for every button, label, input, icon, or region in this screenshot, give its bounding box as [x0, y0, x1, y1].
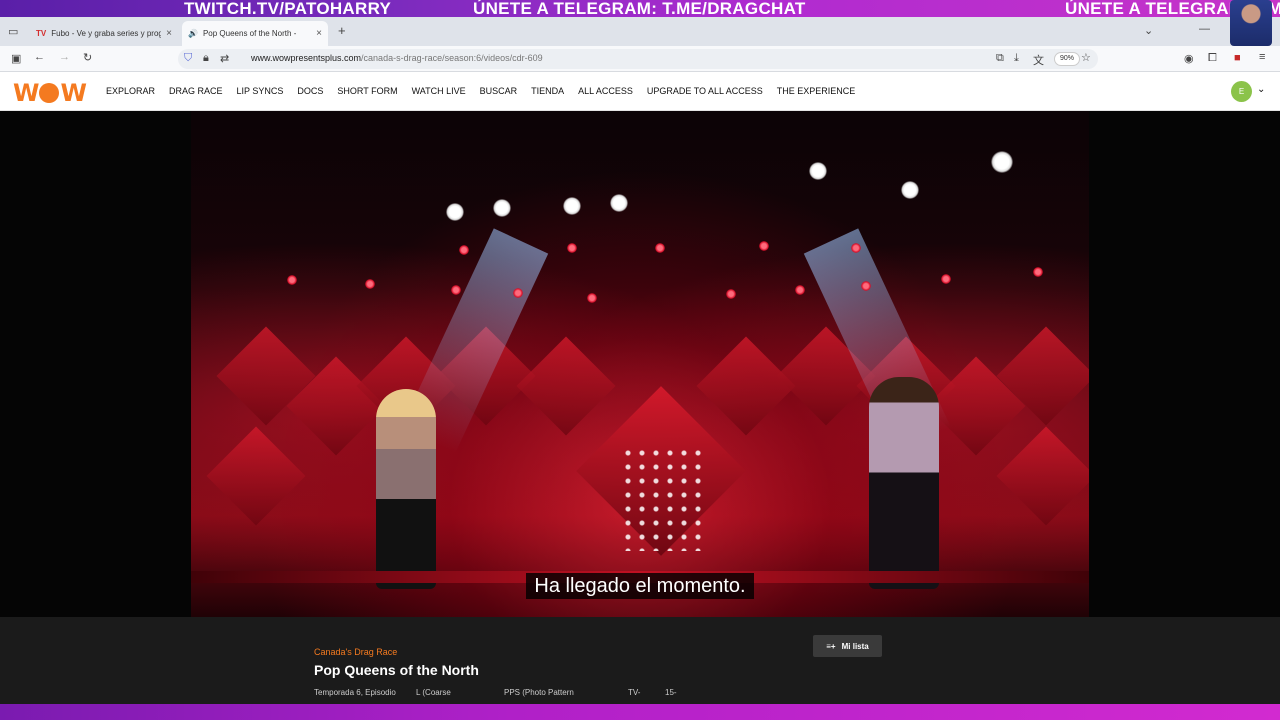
extensions-puzzle-icon[interactable]: ⧠	[1208, 52, 1217, 65]
nav-short-form[interactable]: SHORT FORM	[337, 86, 397, 96]
minimize-window-icon[interactable]: —	[1199, 23, 1210, 35]
zoom-level[interactable]: 90%	[1054, 52, 1081, 66]
site-header: WW EXPLORAR DRAG RACE LIP SYNCS DOCS SHO…	[0, 72, 1280, 111]
stream-overlay-bottom	[0, 704, 1280, 720]
logo-letter: W	[60, 79, 87, 107]
fubo-favicon-icon: TV	[36, 29, 47, 38]
tab-title: Pop Queens of the North -	[202, 29, 297, 38]
screen: TWITCH.TV/PATOHARRY ÚNETE A TELEGRAM: T.…	[0, 0, 1280, 720]
logo-letter: W	[13, 79, 40, 107]
close-tab-icon[interactable]: ×	[166, 28, 172, 39]
nav-docs[interactable]: DOCS	[297, 86, 323, 96]
streamer-webcam	[1230, 0, 1272, 46]
nav-lip-syncs[interactable]: LIP SYNCS	[237, 86, 284, 96]
my-list-label: Mi lista	[841, 641, 869, 651]
nav-tienda[interactable]: TIENDA	[531, 86, 564, 96]
download-icon[interactable]: ⤓	[1014, 52, 1019, 65]
tab-fubo[interactable]: TV Fubo - Ve y graba series y prog ×	[30, 21, 178, 46]
stream-overlay-banner: TWITCH.TV/PATOHARRY ÚNETE A TELEGRAM: T.…	[0, 0, 1280, 17]
url-text[interactable]: www.wowpresentsplus.com/canada-s-drag-ra…	[251, 53, 543, 63]
meta-rating-l: L (Coarse	[416, 688, 451, 697]
my-list-button[interactable]: ≡+ Mi lista	[813, 635, 882, 657]
forward-arrow-icon[interactable]: →	[59, 51, 70, 63]
url-domain: www.wowpresentsplus.com	[251, 53, 362, 63]
tab-list-chevron-icon[interactable]: ⌄	[1144, 24, 1153, 37]
nav-watch-live[interactable]: WATCH LIVE	[412, 86, 466, 96]
performer-left	[376, 389, 436, 589]
address-bar[interactable]: ⛉ 🔒︎ ⇄ www.wowpresentsplus.com/canada-s-…	[178, 49, 1098, 69]
reload-icon[interactable]: ↻	[83, 51, 92, 64]
tab-overview-icon[interactable]: ▭	[8, 25, 18, 38]
account-icon[interactable]: ■	[1234, 52, 1241, 64]
episode-title: Pop Queens of the North	[314, 662, 479, 678]
shield-icon[interactable]: ⛉	[184, 52, 192, 65]
browser-toolbar: ▣ ← → ↻ ⛉ 🔒︎ ⇄ www.wowpresentsplus.com/c…	[0, 46, 1280, 72]
menu-icon[interactable]: ≡	[1259, 51, 1265, 63]
meta-date: 15-	[665, 688, 677, 697]
chevron-down-icon[interactable]: ⌄	[1257, 84, 1265, 95]
nav-buscar[interactable]: BUSCAR	[480, 86, 518, 96]
meta-rating-pps: PPS (Photo Pattern	[504, 688, 574, 697]
url-path: /canada-s-drag-race/season:6/videos/cdr-…	[361, 53, 543, 63]
series-link[interactable]: Canada's Drag Race	[314, 647, 397, 657]
new-tab-button[interactable]: +	[338, 23, 346, 38]
wow-logo[interactable]: WW	[13, 79, 87, 107]
browser-tab-bar: ▭ TV Fubo - Ve y graba series y prog × 🔊…	[0, 17, 1280, 46]
nav-the-experience[interactable]: THE EXPERIENCE	[777, 86, 856, 96]
tab-pop-queens[interactable]: 🔊 Pop Queens of the North - ×	[182, 21, 328, 46]
logo-circle-icon	[39, 83, 60, 103]
episode-info: Canada's Drag Race Pop Queens of the Nor…	[0, 617, 1280, 704]
nav-drag-race[interactable]: DRAG RACE	[169, 86, 223, 96]
audio-playing-icon: 🔊	[188, 29, 198, 38]
nav-upgrade[interactable]: UPGRADE TO ALL ACCESS	[647, 86, 763, 96]
tab-title: Fubo - Ve y graba series y prog	[51, 29, 162, 38]
back-arrow-icon[interactable]: ←	[34, 51, 45, 63]
extension-icon[interactable]: ◉	[1184, 52, 1194, 65]
video-frame[interactable]: Ha llegado el momento.	[191, 111, 1089, 617]
add-to-list-icon: ≡+	[826, 641, 836, 651]
close-tab-icon[interactable]: ×	[316, 28, 322, 39]
bookmark-star-icon[interactable]: ☆	[1081, 51, 1091, 64]
lock-icon[interactable]: 🔒︎	[203, 52, 209, 65]
permissions-icon[interactable]: ⇄	[220, 52, 229, 65]
meta-season-episode: Temporada 6, Episodio	[314, 688, 396, 697]
translate-icon[interactable]: 文	[1033, 52, 1044, 68]
picture-in-picture-icon[interactable]: ⧉	[996, 52, 1004, 65]
performer-right	[869, 377, 939, 589]
nav-explorar[interactable]: EXPLORAR	[106, 86, 155, 96]
meta-tv-rating: TV-	[628, 688, 641, 697]
video-player[interactable]: Ha llegado el momento.	[0, 111, 1280, 617]
main-nav: EXPLORAR DRAG RACE LIP SYNCS DOCS SHORT …	[106, 86, 855, 96]
sidebar-icon[interactable]: ▣	[11, 52, 21, 65]
user-avatar[interactable]: E	[1231, 81, 1252, 102]
nav-all-access[interactable]: ALL ACCESS	[578, 86, 633, 96]
subtitle-caption: Ha llegado el momento.	[191, 573, 1089, 599]
overlay-telegram-text: ÚNETE A TELEGRAM: T.ME/DRAGCHAT	[473, 0, 806, 17]
subtitle-text: Ha llegado el momento.	[526, 573, 754, 599]
overlay-twitch-text: TWITCH.TV/PATOHARRY	[184, 0, 392, 17]
